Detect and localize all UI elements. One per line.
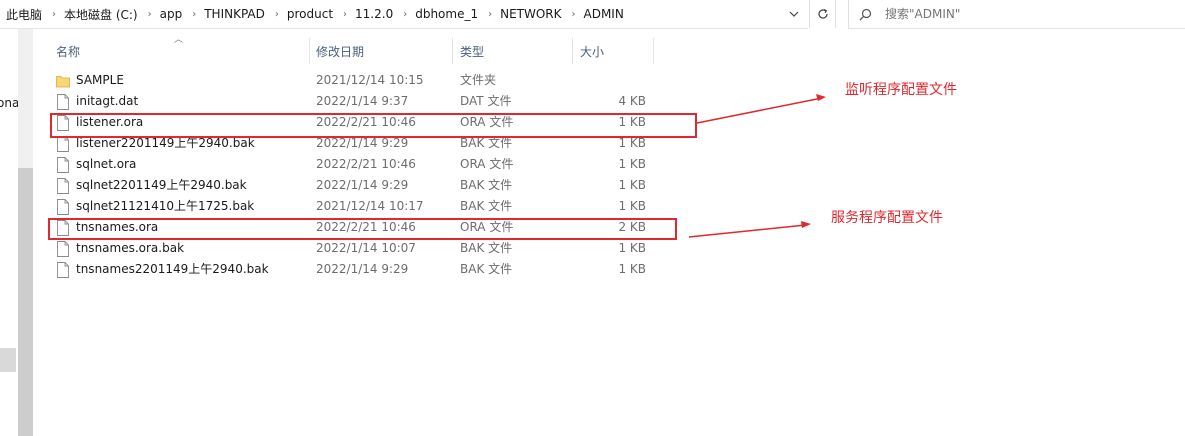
service-annotation-label: 服务程序配置文件	[831, 210, 943, 226]
annotation-arrows	[688, 94, 826, 238]
arrow-listener-line	[696, 97, 823, 124]
arrow-service-line	[688, 224, 807, 238]
arrow-listener-head	[816, 94, 826, 101]
arrow-service-head	[801, 221, 811, 228]
listener-annotation-label: 监听程序配置文件	[845, 82, 957, 98]
